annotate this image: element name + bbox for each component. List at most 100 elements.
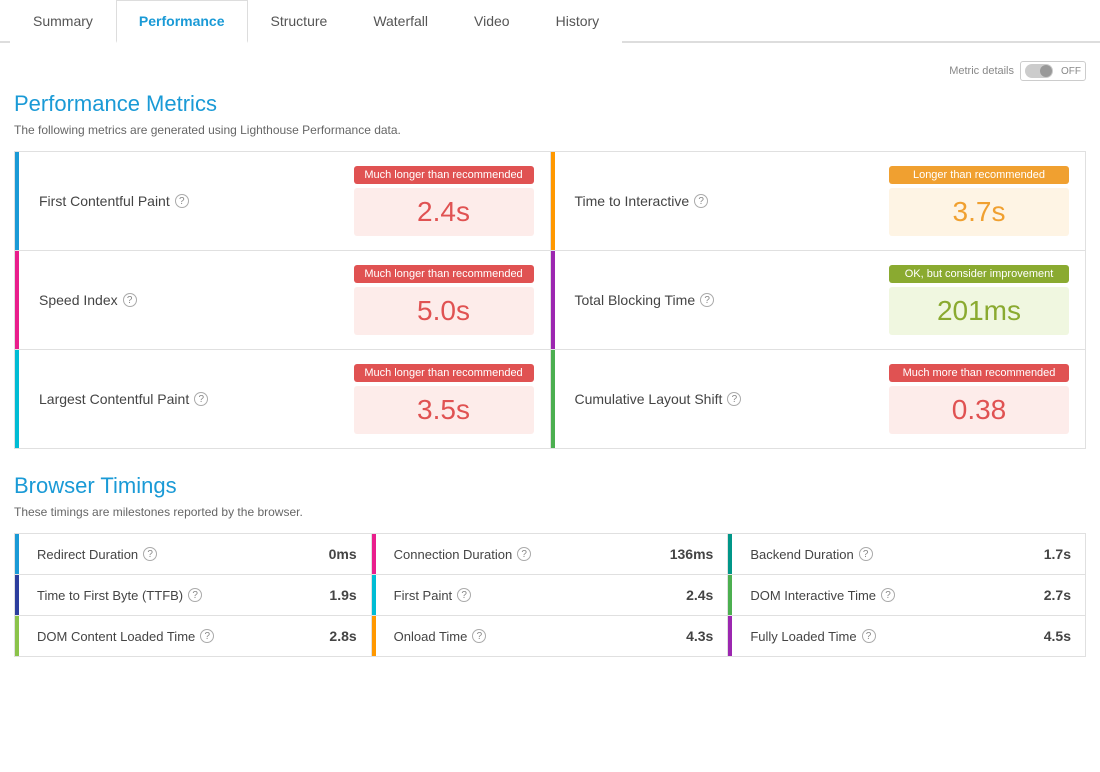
question-mark-icon[interactable]: ? — [727, 392, 741, 406]
metric-row: Speed Index?Much longer than recommended… — [15, 251, 1085, 350]
metric-value: 3.7s — [889, 188, 1069, 236]
metric-value: 2.4s — [354, 188, 534, 236]
timing-label: Connection Duration? — [386, 547, 532, 562]
metric-bar — [551, 152, 555, 250]
question-mark-icon[interactable]: ? — [194, 392, 208, 406]
metric-cell-total-blocking-time: Total Blocking Time? OK, but consider imp… — [551, 251, 1086, 349]
question-mark-icon[interactable]: ? — [188, 588, 202, 602]
metric-badge: Longer than recommended — [889, 166, 1069, 184]
browser-timings-subtitle: These timings are milestones reported by… — [14, 505, 1086, 519]
metric-bar — [15, 251, 19, 349]
timing-label: Time to First Byte (TTFB)? — [29, 588, 202, 603]
timing-bar — [15, 534, 19, 574]
metric-label: Cumulative Layout Shift? — [575, 391, 890, 407]
metric-badge: Much longer than recommended — [354, 364, 534, 382]
metric-value: 0.38 — [889, 386, 1069, 434]
timing-cell-fullyloadedtime: Fully Loaded Time? 4.5s — [728, 616, 1085, 656]
timings-grid: Redirect Duration? 0ms Connection Duration… — [14, 533, 1086, 657]
metric-label: Speed Index? — [39, 292, 354, 308]
metric-value: 5.0s — [354, 287, 534, 335]
metric-label: Time to Interactive? — [575, 193, 890, 209]
timing-cell-connectionduration: Connection Duration? 136ms — [372, 534, 729, 575]
metric-cell-time-to-interactive: Time to Interactive? Longer than recommen… — [551, 152, 1086, 250]
timing-label: Redirect Duration? — [29, 547, 157, 562]
metric-badge: Much more than recommended — [889, 364, 1069, 382]
metric-label: First Contentful Paint? — [39, 193, 354, 209]
timing-bar — [728, 534, 732, 574]
timing-bar — [372, 616, 376, 656]
timing-value: 136ms — [670, 546, 714, 562]
timing-value: 1.9s — [329, 587, 356, 603]
tab-summary[interactable]: Summary — [10, 0, 116, 43]
tab-waterfall[interactable]: Waterfall — [350, 0, 451, 43]
question-mark-icon[interactable]: ? — [143, 547, 157, 561]
tab-structure[interactable]: Structure — [248, 0, 351, 43]
question-mark-icon[interactable]: ? — [472, 629, 486, 643]
timing-cell-onloadtime: Onload Time? 4.3s — [372, 616, 729, 656]
timing-bar — [728, 616, 732, 656]
timing-cell-timetofirstbytettfb: Time to First Byte (TTFB)? 1.9s — [15, 575, 372, 616]
timing-value: 2.4s — [686, 587, 713, 603]
timing-label: Onload Time? — [386, 629, 487, 644]
timing-cell-domcontentloadedtime: DOM Content Loaded Time? 2.8s — [15, 616, 372, 656]
question-mark-icon[interactable]: ? — [700, 293, 714, 307]
timing-value: 2.8s — [329, 628, 356, 644]
timing-value: 2.7s — [1044, 587, 1071, 603]
metric-bar — [551, 251, 555, 349]
metric-cell-largest-contentful-paint: Largest Contentful Paint?Much longer tha… — [15, 350, 551, 448]
metric-bar — [15, 350, 19, 448]
metric-bar — [15, 152, 19, 250]
timing-label: First Paint? — [386, 588, 472, 603]
performance-title: Performance Metrics — [14, 91, 1086, 117]
metric-cell-first-contentful-paint: First Contentful Paint?Much longer than … — [15, 152, 551, 250]
timing-bar — [728, 575, 732, 615]
question-mark-icon[interactable]: ? — [881, 588, 895, 602]
timing-value: 1.7s — [1044, 546, 1071, 562]
metric-details-label: Metric details — [949, 65, 1014, 77]
metric-cell-cumulative-layout-shift: Cumulative Layout Shift? Much more than r… — [551, 350, 1086, 448]
question-mark-icon[interactable]: ? — [457, 588, 471, 602]
timing-cell-dominteractivetime: DOM Interactive Time? 2.7s — [728, 575, 1085, 616]
timing-value: 4.3s — [686, 628, 713, 644]
metric-cell-speed-index: Speed Index?Much longer than recommended… — [15, 251, 551, 349]
metric-value: 3.5s — [354, 386, 534, 434]
metric-row: First Contentful Paint?Much longer than … — [15, 152, 1085, 251]
question-mark-icon[interactable]: ? — [123, 293, 137, 307]
metric-badge: OK, but consider improvement — [889, 265, 1069, 283]
timing-bar — [372, 534, 376, 574]
metrics-grid: First Contentful Paint?Much longer than … — [14, 151, 1086, 449]
metric-value: 201ms — [889, 287, 1069, 335]
metric-bar — [551, 350, 555, 448]
timing-value: 0ms — [329, 546, 357, 562]
tab-performance[interactable]: Performance — [116, 0, 248, 43]
timing-value: 4.5s — [1044, 628, 1071, 644]
timing-bar — [15, 616, 19, 656]
metric-label: Total Blocking Time? — [575, 292, 890, 308]
timing-label: Fully Loaded Time? — [742, 629, 875, 644]
tab-bar: SummaryPerformanceStructureWaterfallVide… — [0, 0, 1100, 43]
tab-history[interactable]: History — [533, 0, 623, 43]
metric-badge: Much longer than recommended — [354, 265, 534, 283]
question-mark-icon[interactable]: ? — [517, 547, 531, 561]
toggle-off-label: OFF — [1057, 66, 1085, 77]
timing-cell-redirectduration: Redirect Duration? 0ms — [15, 534, 372, 575]
tab-video[interactable]: Video — [451, 0, 533, 43]
metric-label: Largest Contentful Paint? — [39, 391, 354, 407]
question-mark-icon[interactable]: ? — [200, 629, 214, 643]
timing-bar — [372, 575, 376, 615]
question-mark-icon[interactable]: ? — [175, 194, 189, 208]
browser-timings-title: Browser Timings — [14, 473, 1086, 499]
timing-label: Backend Duration? — [742, 547, 872, 562]
timing-cell-firstpaint: First Paint? 2.4s — [372, 575, 729, 616]
timing-label: DOM Interactive Time? — [742, 588, 895, 603]
question-mark-icon[interactable]: ? — [694, 194, 708, 208]
metric-details-toggle[interactable]: OFF — [1020, 61, 1086, 81]
metric-row: Largest Contentful Paint?Much longer tha… — [15, 350, 1085, 448]
timing-bar — [15, 575, 19, 615]
timing-label: DOM Content Loaded Time? — [29, 629, 214, 644]
metric-badge: Much longer than recommended — [354, 166, 534, 184]
performance-subtitle: The following metrics are generated usin… — [14, 123, 1086, 137]
question-mark-icon[interactable]: ? — [859, 547, 873, 561]
timing-cell-backendduration: Backend Duration? 1.7s — [728, 534, 1085, 575]
question-mark-icon[interactable]: ? — [862, 629, 876, 643]
